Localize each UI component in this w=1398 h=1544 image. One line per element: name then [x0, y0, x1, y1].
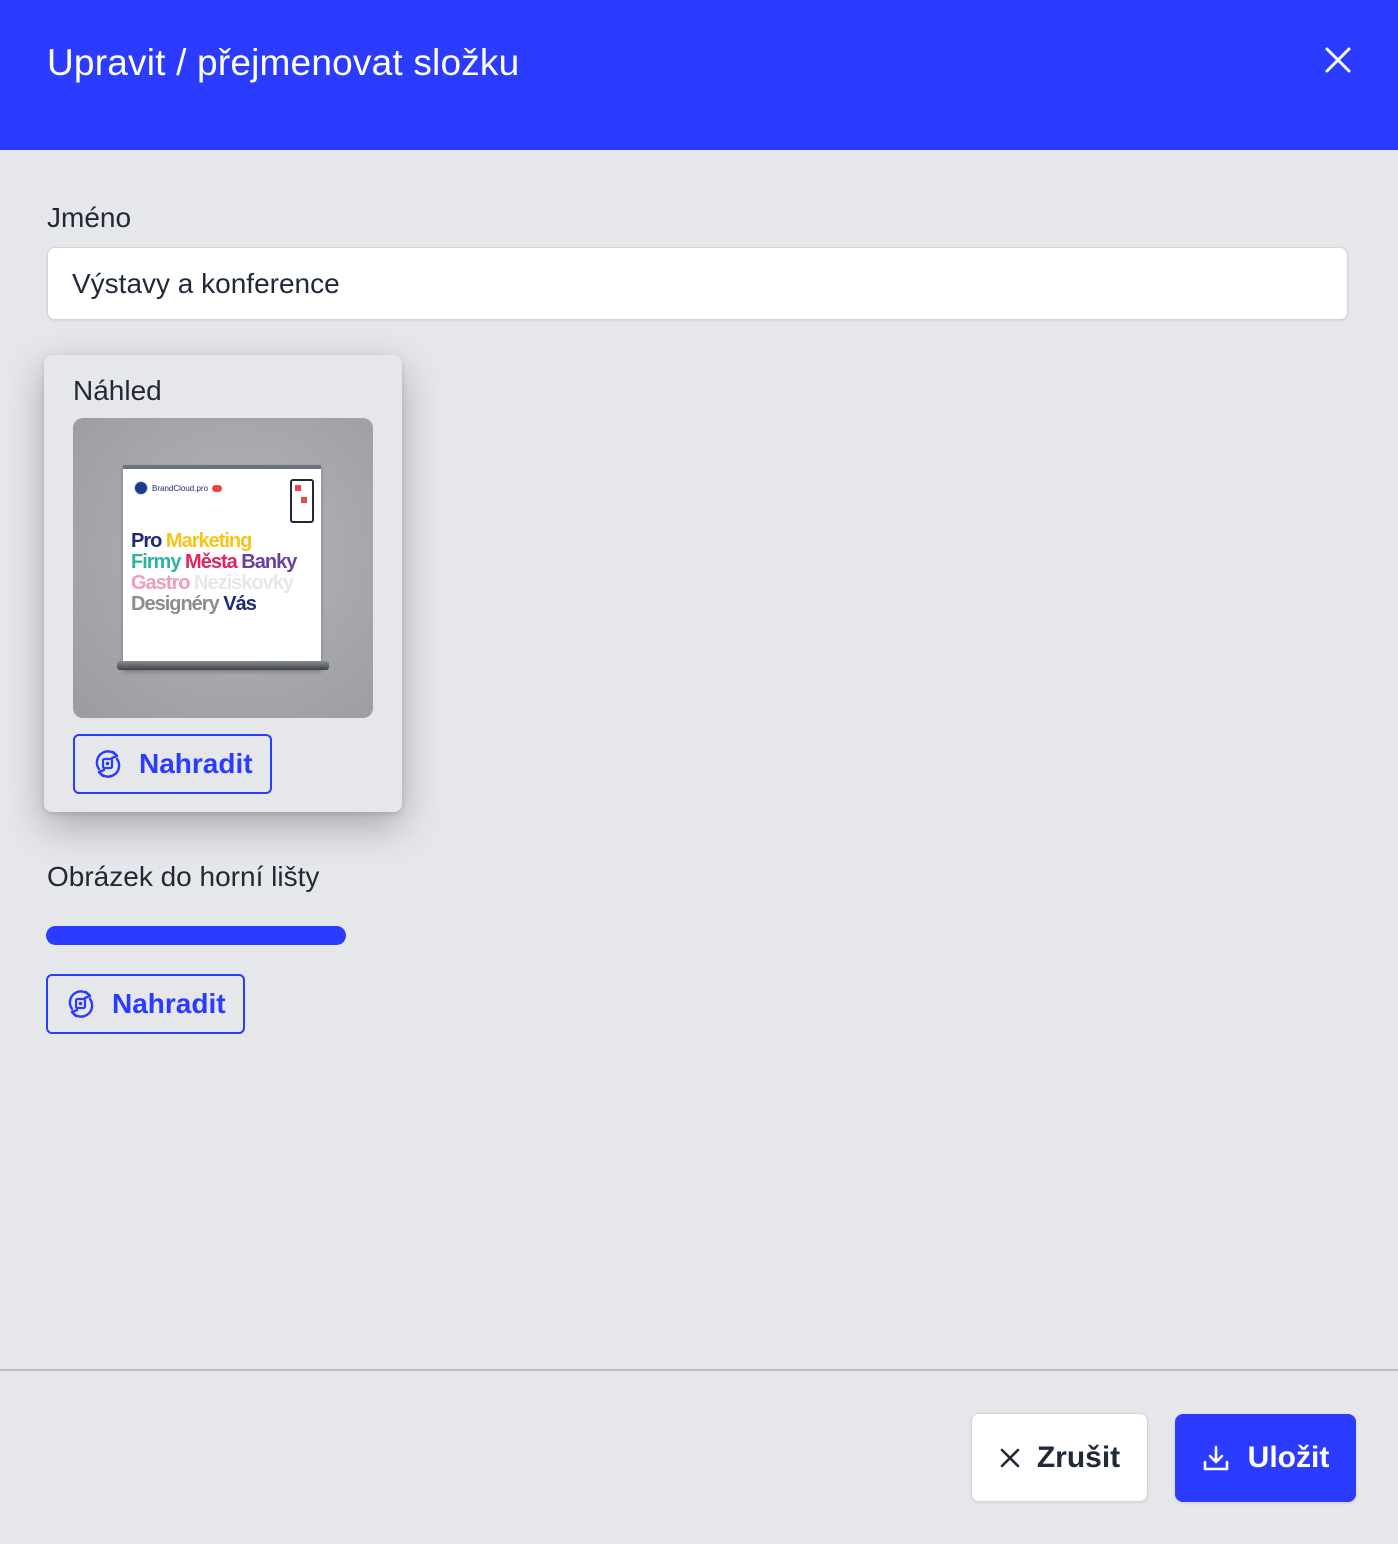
phone-box-2: [301, 497, 307, 503]
dialog-header: Upravit / přejmenovat složku: [0, 0, 1398, 150]
x-icon: [1000, 1448, 1020, 1467]
banner-line: Firmy Města Banky: [131, 552, 321, 573]
close-button[interactable]: [1318, 40, 1358, 80]
name-label: Jméno: [47, 202, 132, 233]
cancel-button[interactable]: Zrušit: [971, 1413, 1148, 1502]
name-input[interactable]: [47, 247, 1348, 320]
replace-preview-button[interactable]: Nahradit: [73, 734, 272, 794]
banner-line: Gastro Neziskovky: [131, 573, 321, 594]
replace-top-bar-image-label: Nahradit: [112, 988, 226, 1019]
logo-mark: [134, 481, 148, 495]
top-bar-image-preview: [46, 926, 346, 945]
banner-logo: BrandCloud.pro: [134, 481, 223, 495]
banner-logo-text: BrandCloud.pro: [152, 483, 209, 493]
banner-word: Pro: [131, 530, 162, 552]
banner-word: Marketing: [165, 530, 252, 552]
replace-icon: [95, 750, 121, 778]
edit-folder-dialog: Upravit / přejmenovat složku Jméno Náhle…: [0, 0, 1398, 1544]
banner-mockup: BrandCloud.pro Pro Marketing Firmy Města …: [117, 465, 329, 670]
banner-word: Firmy: [131, 551, 181, 573]
replace-icon: [68, 990, 94, 1018]
banner-word: Gastro: [131, 572, 190, 594]
banner-word: Banky: [241, 551, 297, 573]
logo-badge: [212, 484, 223, 492]
phone-mockup: [290, 479, 314, 523]
top-bar-image-label: Obrázek do horní lišty: [47, 861, 320, 892]
preview-card: Náhled BrandCloud.pro Pro Marketing Firmy…: [44, 355, 402, 812]
preview-image: BrandCloud.pro Pro Marketing Firmy Města …: [73, 418, 373, 718]
banner-top-bar: [123, 465, 321, 469]
banner-word: Neziskovky: [194, 572, 294, 594]
preview-label: Náhled: [73, 375, 162, 406]
close-icon: [1325, 47, 1351, 73]
replace-top-bar-image-button[interactable]: Nahradit: [46, 974, 245, 1034]
banner-word: Designéry: [131, 593, 220, 615]
save-button[interactable]: Uložit: [1175, 1414, 1356, 1502]
cancel-label: Zrušit: [1036, 1440, 1121, 1474]
replace-preview-label: Nahradit: [139, 748, 253, 779]
banner-line: Designéry Vás: [131, 594, 321, 615]
footer-divider: [0, 1369, 1398, 1371]
save-label: Uložit: [1247, 1441, 1330, 1474]
dialog-title: Upravit / přejmenovat složku: [47, 42, 520, 83]
banner-line: Pro Marketing: [131, 531, 321, 552]
phone-box-1: [295, 485, 301, 491]
banner-bottom-bar: [117, 661, 329, 670]
banner-word: Vás: [223, 593, 257, 615]
banner-text: Pro Marketing Firmy Města Banky Gastro Nez…: [131, 531, 321, 615]
download-icon: [1203, 1445, 1228, 1471]
banner-word: Města: [185, 551, 238, 573]
